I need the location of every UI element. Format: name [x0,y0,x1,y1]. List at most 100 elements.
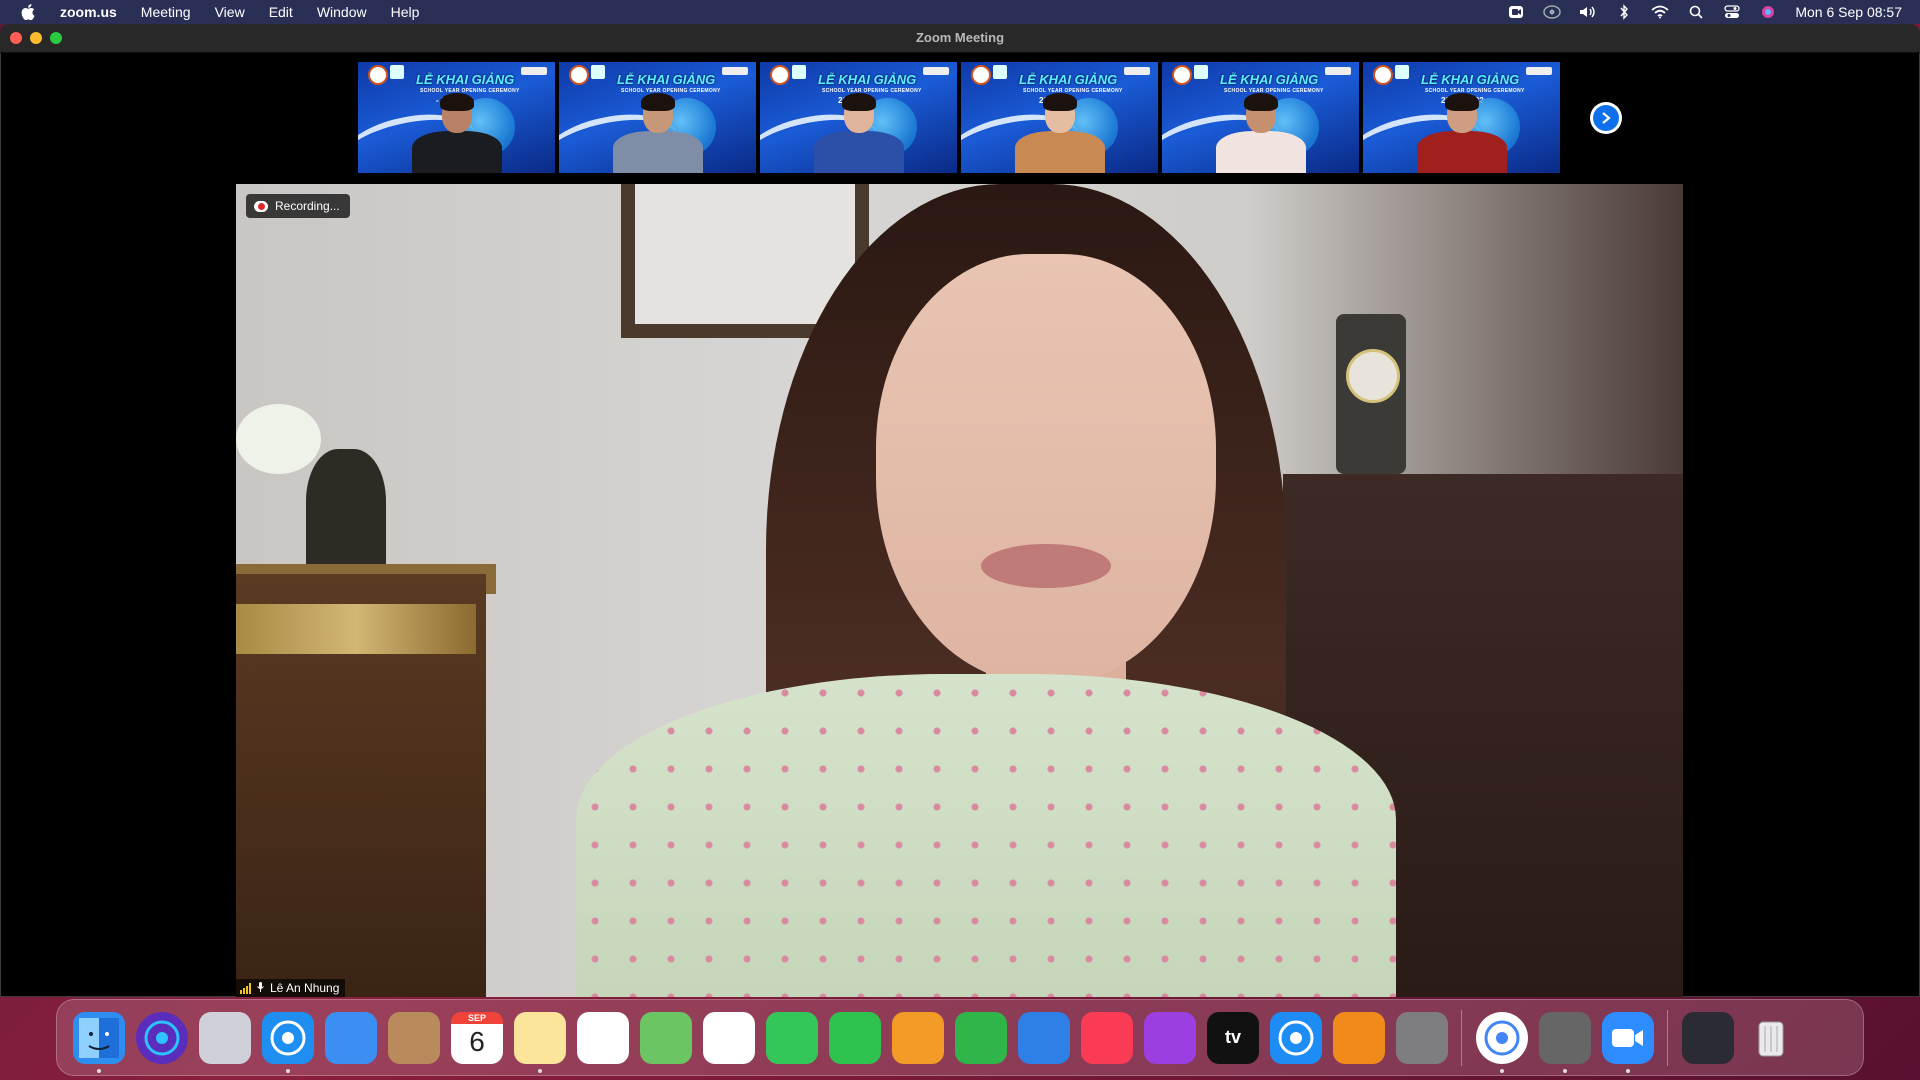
school-logo [368,65,388,85]
participant-body [1014,131,1105,173]
dock-music-icon[interactable] [1081,1011,1133,1064]
menu-view[interactable]: View [203,0,257,24]
menu-edit[interactable]: Edit [257,0,305,24]
participant-body [1215,131,1306,173]
dock-finder-icon[interactable] [73,1011,125,1073]
dock-chrome-icon[interactable] [1476,1011,1528,1073]
dock-apple-tv-icon[interactable]: tv [1207,1011,1259,1064]
participant-thumbnail[interactable]: LỄ KHAI GIẢNG SCHOOL YEAR OPENING CEREMO… [559,62,756,173]
dock-reminders-icon[interactable] [577,1011,629,1064]
window-titlebar: Zoom Meeting [0,24,1920,53]
dock-trash-icon[interactable] [1745,1012,1797,1064]
menu-app-zoom[interactable]: zoom.us [48,0,129,24]
participant-video [1215,93,1306,173]
dock-facetime-icon[interactable] [829,1011,881,1064]
dock-separator [1667,1009,1668,1066]
active-speaker-video[interactable]: Recording... Lê An Nhung [236,184,1683,997]
partner-logo [1194,65,1208,79]
dock-pages-icon[interactable] [892,1011,944,1064]
dock: SEP 6 tv [56,999,1864,1076]
dock-zoom-window-icon[interactable] [1682,1011,1734,1064]
participant-thumbnail[interactable]: LỄ KHAI GIẢNG SCHOOL YEAR OPENING CEREMO… [760,62,957,173]
dock-system-preferences-icon[interactable] [1396,1011,1448,1064]
menu-help[interactable]: Help [379,0,432,24]
chevron-right-icon [1593,105,1619,131]
siri-menu-icon[interactable] [1759,4,1777,20]
menu-meeting[interactable]: Meeting [129,0,203,24]
dock-separator [1461,1009,1462,1066]
participant-thumbnail[interactable]: LỄ KHAI GIẢNG SCHOOL YEAR OPENING CEREMO… [961,62,1158,173]
dock-safari-icon[interactable] [262,1011,314,1073]
participant-video [813,93,904,173]
calendar-month: SEP [451,1011,503,1024]
banner-tag [521,67,547,75]
window-title: Zoom Meeting [915,30,1005,45]
participant-strip: LỄ KHAI GIẢNG SCHOOL YEAR OPENING CEREMO… [358,62,1560,173]
running-indicator [1626,1068,1630,1073]
running-indicator [1500,1068,1504,1073]
dock-zoom-icon[interactable] [1602,1011,1654,1073]
calendar-day: 6 [469,1025,485,1057]
dock-books-icon[interactable] [1333,1011,1385,1064]
partner-logo [390,65,404,79]
background-statue [306,449,386,579]
dock-notes-icon[interactable] [514,1011,566,1073]
running-indicator [286,1068,290,1073]
recording-indicator[interactable]: Recording... [246,194,350,218]
school-logo [569,65,589,85]
wifi-icon[interactable] [1651,4,1669,20]
control-center-icon[interactable] [1723,4,1741,20]
dock-mail-icon[interactable] [325,1011,377,1064]
dock-contacts-icon[interactable] [388,1011,440,1064]
dock-screen-capture-icon[interactable] [1539,1011,1591,1073]
bluetooth-icon[interactable] [1615,4,1633,20]
signal-strength-icon [240,982,251,994]
zoom-status-icon[interactable] [1507,4,1525,20]
participant-video [411,93,502,173]
participant-video [1014,93,1105,173]
screen-share-icon[interactable] [1543,4,1562,20]
banner-tag [1325,67,1351,75]
menu-window[interactable]: Window [305,0,379,24]
thumbnail-banner: LỄ KHAI GIẢNG [416,72,515,87]
dock-app-store-icon[interactable] [1270,1011,1322,1064]
running-indicator [1563,1068,1567,1073]
thumbnail-banner: LỄ KHAI GIẢNG [617,72,716,87]
participant-body [612,131,703,173]
thumbnail-banner: LỄ KHAI GIẢNG [818,72,917,87]
participant-thumbnail[interactable]: LỄ KHAI GIẢNG SCHOOL YEAR OPENING CEREMO… [1162,62,1359,173]
dock-numbers-icon[interactable] [955,1011,1007,1064]
thumbnail-banner: LỄ KHAI GIẢNG [1220,72,1319,87]
mic-icon [256,981,265,996]
speaker-name: Lê An Nhung [270,981,340,995]
menu-clock[interactable]: Mon 6 Sep 08:57 [1795,4,1902,20]
speaker-face [876,254,1216,684]
apple-menu-icon[interactable] [18,2,38,22]
recording-icon [254,200,268,212]
participant-video [612,93,703,173]
dock-keynote-icon[interactable] [1018,1011,1070,1064]
dock-siri-icon[interactable] [136,1011,188,1064]
next-page-button[interactable] [1590,102,1622,134]
volume-icon[interactable] [1579,4,1597,20]
participant-thumbnail[interactable]: LỄ KHAI GIẢNG SCHOOL YEAR OPENING CEREMO… [358,62,555,173]
dock-launchpad-icon[interactable] [199,1011,251,1064]
dock-maps-icon[interactable] [640,1011,692,1064]
partner-logo [792,65,806,79]
dock-photos-icon[interactable] [703,1011,755,1064]
dock-podcasts-icon[interactable] [1144,1011,1196,1064]
participant-thumbnail[interactable]: LỄ KHAI GIẢNG SCHOOL YEAR OPENING CEREMO… [1363,62,1560,173]
banner-tag [1526,67,1552,75]
school-logo [1172,65,1192,85]
participant-body [813,131,904,173]
menu-bar: zoom.us Meeting View Edit Window Help Mo… [0,0,1920,24]
dock-calendar-icon[interactable]: SEP 6 [451,1011,503,1064]
spotlight-search-icon[interactable] [1687,4,1705,20]
zoom-window: Zoom Meeting LỄ KHAI GIẢNG SCHOOL YEAR O… [0,24,1920,997]
thumbnail-banner: LỄ KHAI GIẢNG [1421,72,1520,87]
running-indicator [97,1068,101,1073]
dock-messages-icon[interactable] [766,1011,818,1064]
recording-label: Recording... [275,199,340,213]
partner-logo [1395,65,1409,79]
school-logo [770,65,790,85]
